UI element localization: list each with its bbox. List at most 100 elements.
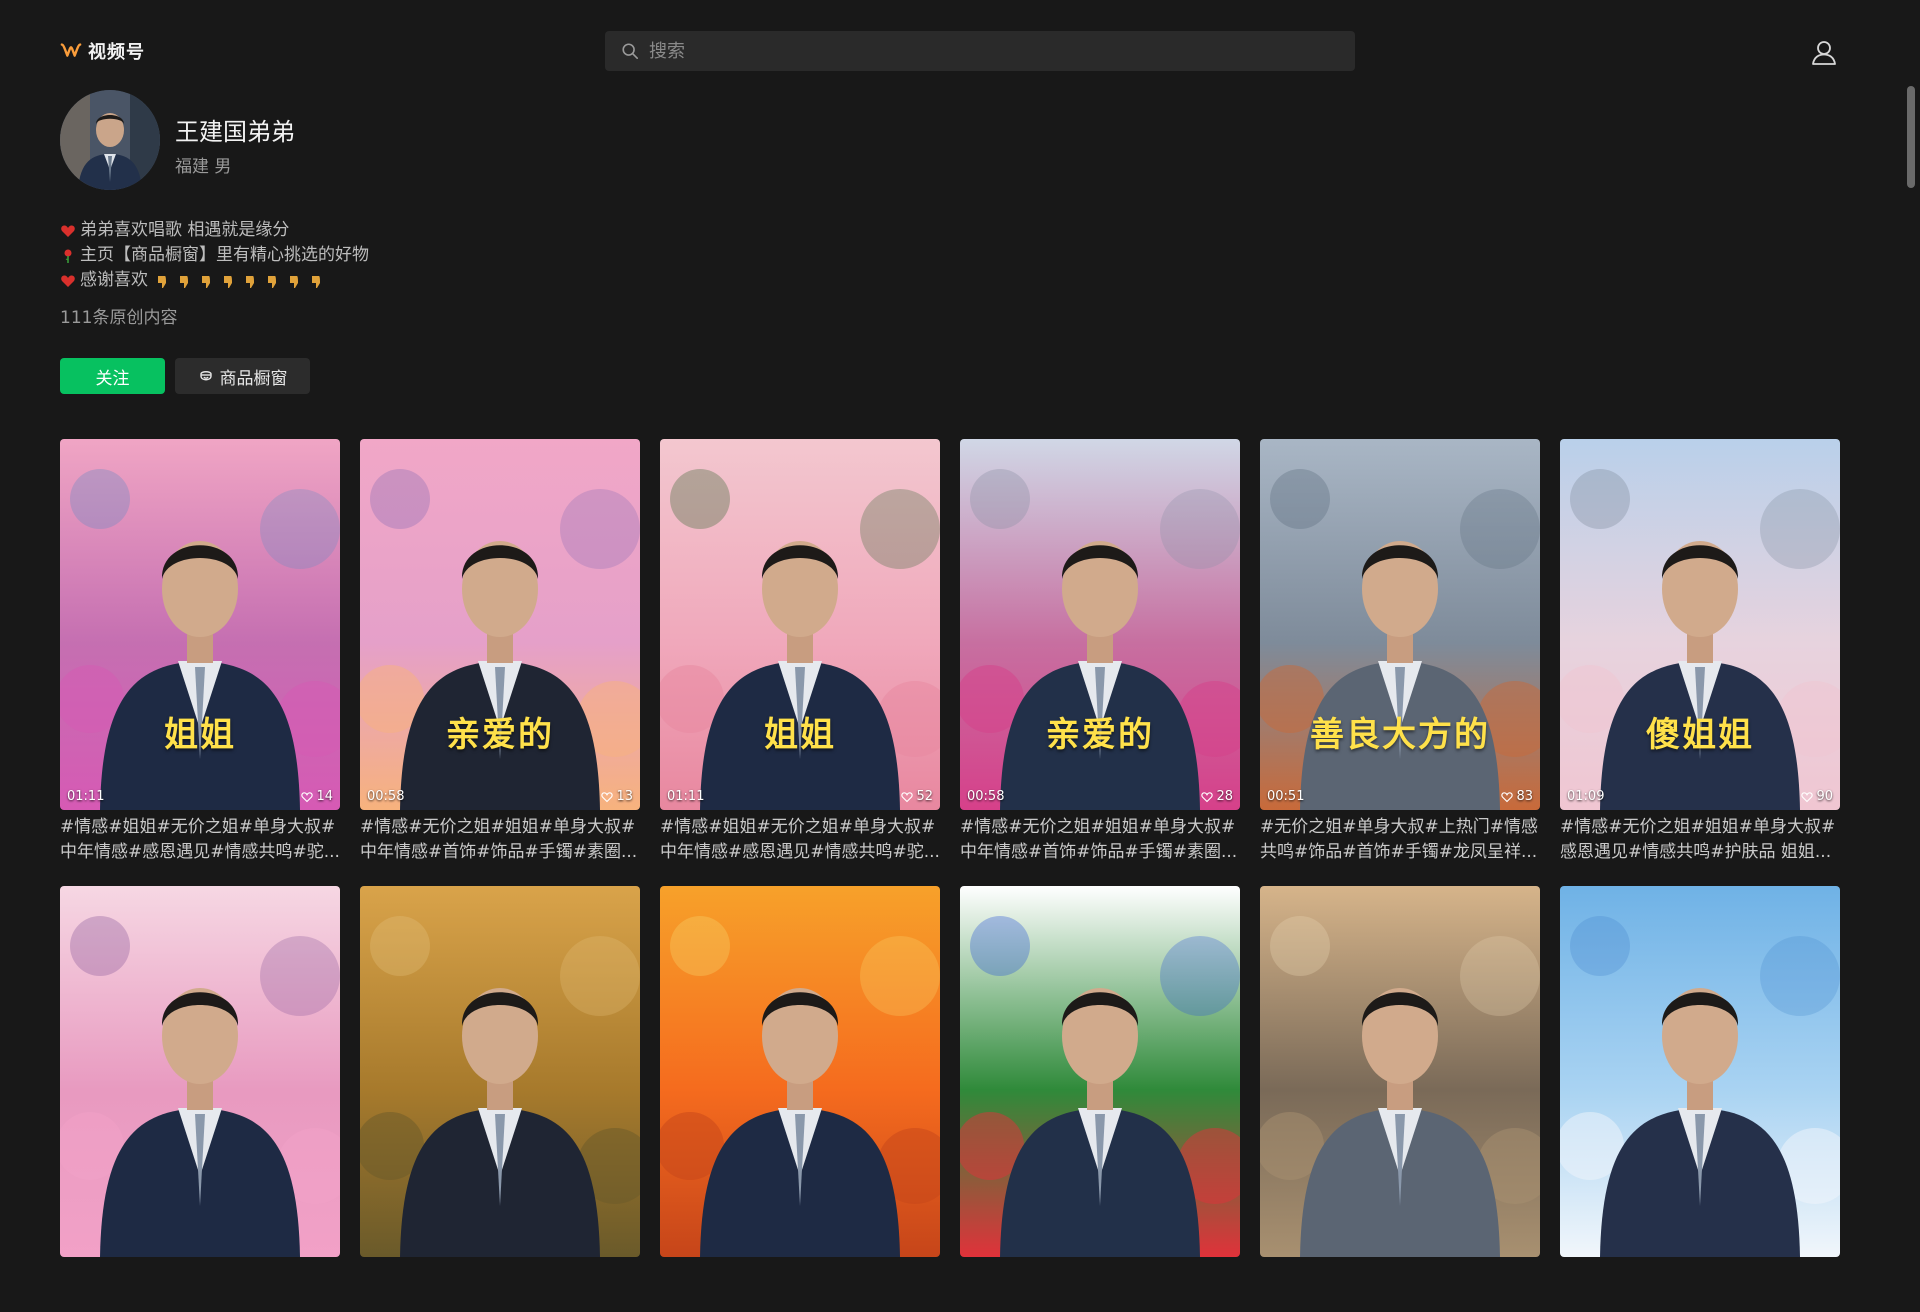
likes-count: 28 (1216, 789, 1233, 804)
video-duration: 01:11 (667, 789, 705, 804)
logo[interactable]: 视频号 (60, 38, 145, 64)
video-caption[interactable]: #情感#无价之姐#姐姐#单身大叔#中年情感#首饰#饰品#手镯#素圈... (960, 815, 1240, 865)
scrollbar-thumb[interactable] (1907, 86, 1915, 188)
video-duration: 00:51 (1267, 789, 1305, 804)
heart-outline-icon (901, 791, 914, 802)
video-thumbnail[interactable] (960, 886, 1240, 1257)
video-caption[interactable] (1560, 1262, 1840, 1312)
video-likes: 83 (1501, 789, 1533, 804)
video-likes: 14 (301, 789, 333, 804)
video-caption[interactable] (660, 1262, 940, 1312)
point-down-icon (246, 275, 254, 288)
video-overlay-text: 姐姐 (164, 715, 236, 755)
video-card[interactable]: 姐姐 01:11 52 #情感#姐姐#无价之姐#单身大叔#中年情感#感恩遇见#情… (660, 439, 940, 865)
video-caption[interactable]: #情感#无价之姐#姐姐#单身大叔#感恩遇见#情感共鸣#护肤品 姐姐... (1560, 815, 1840, 865)
heart-outline-icon (1201, 791, 1214, 802)
likes-count: 90 (1816, 789, 1833, 804)
search-icon (622, 43, 639, 60)
point-down-icon (268, 275, 276, 288)
bio-line: 主页【商品橱窗】里有精心挑选的好物 (60, 243, 369, 268)
video-likes: 28 (1201, 789, 1233, 804)
video-caption[interactable]: #情感#无价之姐#姐姐#单身大叔#中年情感#首饰#饰品#手镯#素圈... (360, 815, 640, 865)
video-thumbnail[interactable] (1260, 886, 1540, 1257)
video-duration: 01:11 (67, 789, 105, 804)
bio-line: 弟弟喜欢唱歌 相遇就是缘分 (60, 218, 369, 243)
video-duration: 00:58 (967, 789, 1005, 804)
video-overlay-text: 傻姐姐 (1646, 715, 1754, 755)
video-caption[interactable]: #情感#姐姐#无价之姐#单身大叔#中年情感#感恩遇见#情感共鸣#驼... (660, 815, 940, 865)
video-card[interactable]: 傻姐姐 01:09 90 #情感#无价之姐#姐姐#单身大叔#感恩遇见#情感共鸣#… (1560, 439, 1840, 865)
follow-button[interactable]: 关注 (60, 358, 165, 394)
video-caption[interactable]: #情感#姐姐#无价之姐#单身大叔#中年情感#感恩遇见#情感共鸣#驼... (60, 815, 340, 865)
heart-icon (61, 274, 75, 287)
bio-text: 弟弟喜欢唱歌 相遇就是缘分 (80, 220, 290, 240)
original-content-count: 111条原创内容 (60, 308, 178, 328)
bio-text: 主页【商品橱窗】里有精心挑选的好物 (80, 245, 369, 265)
profile-location-gender: 福建 男 (175, 157, 232, 177)
video-duration: 00:58 (367, 789, 405, 804)
video-caption[interactable] (60, 1262, 340, 1312)
pointing-hands-emoji (154, 273, 324, 289)
video-card[interactable] (660, 886, 940, 1312)
video-thumbnail[interactable]: 傻姐姐 01:09 90 (1560, 439, 1840, 810)
heart-outline-icon (1801, 791, 1814, 802)
video-overlay-text: 善良大方的 (1310, 715, 1490, 755)
logo-text: 视频号 (88, 42, 145, 63)
point-down-icon (290, 275, 298, 288)
video-caption[interactable] (360, 1262, 640, 1312)
avatar[interactable] (60, 90, 160, 190)
video-duration: 01:09 (1567, 789, 1605, 804)
video-overlay-text: 亲爱的 (446, 715, 554, 755)
video-card[interactable] (1560, 886, 1840, 1312)
heart-icon (61, 224, 75, 237)
top-bar: 视频号 (0, 0, 1920, 100)
video-thumbnail[interactable]: 姐姐 01:11 52 (660, 439, 940, 810)
point-down-icon (158, 275, 166, 288)
video-likes: 52 (901, 789, 933, 804)
video-thumbnail[interactable] (360, 886, 640, 1257)
thumbnail-image (660, 886, 940, 1257)
video-card[interactable] (60, 886, 340, 1312)
thumbnail-image (1260, 886, 1540, 1257)
shop-window-button[interactable]: 商品橱窗 (175, 358, 310, 394)
point-down-icon (224, 275, 232, 288)
point-down-icon (202, 275, 210, 288)
search-bar[interactable] (605, 31, 1355, 71)
video-likes: 13 (601, 789, 633, 804)
video-thumbnail[interactable]: 善良大方的 00:51 83 (1260, 439, 1540, 810)
bio-text: 感谢喜欢 (80, 270, 148, 290)
video-likes: 90 (1801, 789, 1833, 804)
video-overlay-text: 姐姐 (764, 715, 836, 755)
video-caption[interactable] (1260, 1262, 1540, 1312)
video-card[interactable]: 姐姐 01:11 14 #情感#姐姐#无价之姐#单身大叔#中年情感#感恩遇见#情… (60, 439, 340, 865)
video-thumbnail[interactable] (1560, 886, 1840, 1257)
heart-outline-icon (601, 791, 614, 802)
rose-icon (64, 249, 72, 263)
video-card[interactable]: 亲爱的 00:58 13 #情感#无价之姐#姐姐#单身大叔#中年情感#首饰#饰品… (360, 439, 640, 865)
video-card[interactable]: 善良大方的 00:51 83 #无价之姐#单身大叔#上热门#情感共鸣#饰品#首饰… (1260, 439, 1540, 865)
point-down-icon (312, 275, 320, 288)
video-thumbnail[interactable] (60, 886, 340, 1257)
video-thumbnail[interactable] (660, 886, 940, 1257)
video-thumbnail[interactable]: 姐姐 01:11 14 (60, 439, 340, 810)
likes-count: 83 (1516, 789, 1533, 804)
shop-icon (199, 371, 212, 381)
video-card[interactable] (360, 886, 640, 1312)
profile-bio: 弟弟喜欢唱歌 相遇就是缘分 主页【商品橱窗】里有精心挑选的好物 感谢喜欢 (60, 218, 369, 293)
video-thumbnail[interactable]: 亲爱的 00:58 28 (960, 439, 1240, 810)
video-caption[interactable]: #无价之姐#单身大叔#上热门#情感共鸣#饰品#首饰#手镯#龙凤呈祥... (1260, 815, 1540, 865)
search-input[interactable] (639, 31, 1355, 71)
channels-logo-icon (60, 43, 82, 57)
heart-outline-icon (301, 791, 314, 802)
likes-count: 14 (316, 789, 333, 804)
video-card[interactable] (1260, 886, 1540, 1312)
user-icon[interactable] (1810, 38, 1838, 66)
video-card[interactable]: 亲爱的 00:58 28 #情感#无价之姐#姐姐#单身大叔#中年情感#首饰#饰品… (960, 439, 1240, 865)
likes-count: 52 (916, 789, 933, 804)
video-card[interactable] (960, 886, 1240, 1312)
video-thumbnail[interactable]: 亲爱的 00:58 13 (360, 439, 640, 810)
bio-line: 感谢喜欢 (60, 268, 369, 293)
video-caption[interactable] (960, 1262, 1240, 1312)
profile-name: 王建国弟弟 (175, 118, 295, 146)
thumbnail-image (960, 886, 1240, 1257)
